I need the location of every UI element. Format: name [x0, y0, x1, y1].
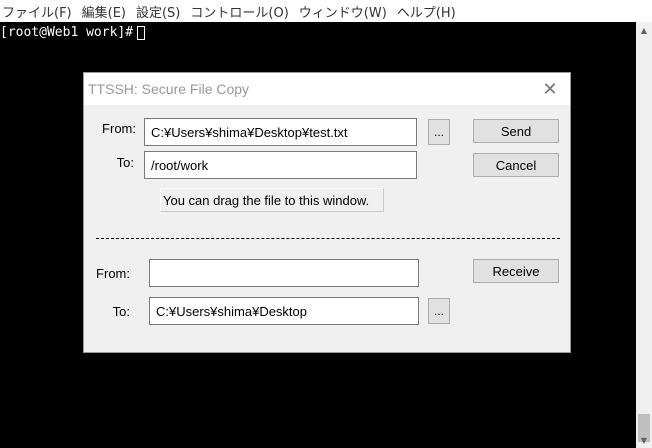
dialog-titlebar[interactable]: TTSSH: Secure File Copy ✕: [84, 73, 570, 105]
send-to-label: To:: [116, 155, 134, 170]
close-icon[interactable]: ✕: [540, 79, 560, 100]
scroll-up-arrow-icon[interactable]: ▲: [636, 22, 652, 38]
terminal-cursor: [137, 25, 146, 40]
menu-bar: ファイル(F) 編集(E) 設定(S) コントロール(O) ウィンドウ(W) ヘ…: [0, 0, 652, 22]
menu-control[interactable]: コントロール(O): [186, 2, 294, 21]
vertical-scrollbar[interactable]: ▲ ▼: [636, 22, 652, 448]
send-to-field[interactable]: /root/work: [144, 151, 417, 179]
receive-button[interactable]: Receive: [473, 259, 559, 283]
receive-to-field[interactable]: C:¥Users¥shima¥Desktop: [149, 297, 419, 325]
receive-from-field[interactable]: [149, 259, 419, 287]
section-divider: [96, 238, 560, 239]
terminal-prompt-line: [root@Web1 work]#: [0, 25, 146, 40]
receive-browse-button[interactable]: ...: [428, 298, 450, 324]
menu-help[interactable]: ヘルプ(H): [393, 2, 462, 21]
receive-from-label: From:: [96, 266, 130, 281]
send-from-label: From:: [102, 121, 136, 136]
terminal-prompt: [root@Web1 work]#: [0, 25, 134, 40]
send-from-field[interactable]: C:¥Users¥shima¥Desktop¥test.txt: [144, 118, 417, 146]
send-button[interactable]: Send: [473, 119, 559, 143]
dialog-title: TTSSH: Secure File Copy: [88, 81, 250, 97]
receive-to-label: To:: [112, 304, 130, 319]
cancel-button[interactable]: Cancel: [473, 153, 559, 177]
menu-edit[interactable]: 編集(E): [78, 2, 132, 21]
menu-window[interactable]: ウィンドウ(W): [295, 2, 393, 21]
scroll-down-arrow-icon[interactable]: ▼: [636, 432, 652, 448]
secure-file-copy-dialog: TTSSH: Secure File Copy ✕ From: C:¥Users…: [83, 72, 571, 353]
send-browse-button[interactable]: ...: [428, 119, 450, 145]
drag-hint-text: You can drag the file to this window.: [160, 188, 384, 212]
menu-file[interactable]: ファイル(F): [0, 2, 78, 21]
menu-settings[interactable]: 設定(S): [132, 2, 186, 21]
